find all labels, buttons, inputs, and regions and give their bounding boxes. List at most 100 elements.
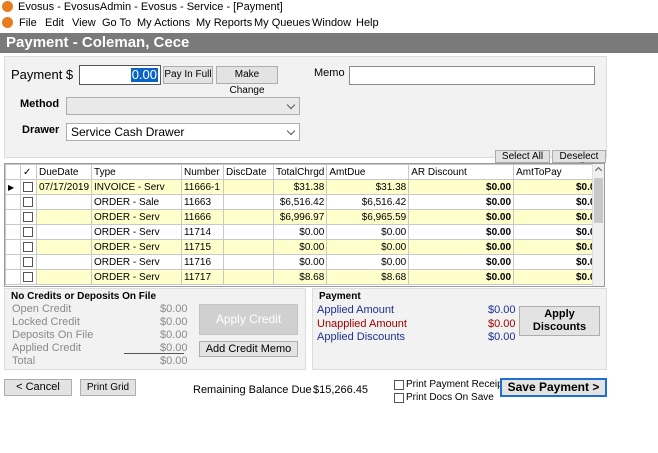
cell-amttopay[interactable]: $0.00 [513, 254, 604, 270]
row-indicator [5, 269, 21, 285]
cell-type: INVOICE - Serv [91, 179, 182, 195]
table-row[interactable]: ORDER - Sale 11663 $6,516.42 $6,516.42 $… [5, 194, 604, 210]
column-header-amtdue[interactable]: AmtDue [326, 164, 410, 180]
menu-window[interactable]: Window [312, 16, 351, 30]
table-row[interactable]: ORDER - Serv 11714 $0.00 $0.00 $0.00 $0.… [5, 224, 604, 240]
cell-number: 11666 [180, 209, 224, 225]
cell-ar-discount[interactable]: $0.00 [408, 254, 515, 270]
cell-totalchrgd: $0.00 [272, 254, 328, 270]
menu-help[interactable]: Help [356, 16, 379, 30]
row-checkbox[interactable] [22, 196, 33, 207]
column-header-discdate[interactable]: DiscDate [222, 164, 274, 180]
deselect-all-button[interactable]: Deselect All [552, 150, 606, 173]
menu-logo-icon[interactable] [2, 17, 13, 28]
scrollbar-thumb[interactable] [594, 178, 603, 223]
remaining-balance-label: Remaining Balance Due [193, 384, 312, 396]
memo-input[interactable] [349, 66, 595, 85]
add-credit-memo-button[interactable]: Add Credit Memo [199, 341, 298, 357]
drawer-select[interactable]: Service Cash Drawer [66, 123, 300, 141]
cell-amtdue: $0.00 [326, 224, 410, 240]
scroll-up-icon[interactable] [594, 166, 603, 175]
cell-discdate [222, 239, 274, 255]
print-receipt-checkbox[interactable] [394, 380, 404, 390]
cell-ar-discount[interactable]: $0.00 [408, 224, 515, 240]
cell-number: 11714 [180, 224, 224, 240]
cell-duedate: 07/17/2019 [35, 179, 93, 195]
row-checkbox[interactable] [22, 241, 33, 252]
cell-type: ORDER - Sale [91, 194, 182, 210]
payment-amount-input[interactable]: 0.00 [79, 65, 161, 85]
menu-bar: File Edit View Go To My Actions My Repor… [0, 14, 658, 32]
cell-type: ORDER - Serv [91, 254, 182, 270]
cell-amttopay[interactable]: $0.00 [513, 224, 604, 240]
menu-my-queues[interactable]: My Queues [254, 16, 310, 30]
save-payment-button[interactable]: Save Payment > [500, 378, 607, 397]
row-checkbox[interactable] [22, 181, 33, 192]
menu-my-actions[interactable]: My Actions [137, 16, 190, 30]
pay-in-full-button[interactable]: Pay In Full [163, 66, 213, 84]
cell-ar-discount[interactable]: $0.00 [408, 269, 515, 285]
menu-my-reports[interactable]: My Reports [196, 16, 252, 30]
drawer-label: Drawer [22, 124, 60, 136]
apply-credit-button[interactable]: Apply Credit [199, 304, 298, 335]
cell-amttopay[interactable]: $0.00 [513, 239, 604, 255]
cell-amtdue: $6,516.42 [326, 194, 410, 210]
cell-amttopay[interactable]: $0.00 [513, 194, 604, 210]
menu-go-to[interactable]: Go To [102, 16, 131, 30]
row-checkbox[interactable] [22, 211, 33, 222]
grid-scrollbar[interactable] [592, 164, 604, 286]
column-header-duedate[interactable]: DueDate [35, 164, 93, 180]
print-docs-checkbox[interactable] [394, 393, 404, 403]
cell-ar-discount[interactable]: $0.00 [408, 239, 515, 255]
make-change-button[interactable]: Make Change [216, 66, 278, 96]
menu-view[interactable]: View [72, 16, 96, 30]
cancel-button[interactable]: < Cancel [4, 379, 72, 396]
cell-amtdue: $6,965.59 [326, 209, 410, 225]
applied-credit-label: Applied Credit [12, 342, 82, 354]
cell-totalchrgd: $31.38 [272, 179, 328, 195]
row-checkbox[interactable] [22, 226, 33, 237]
cell-duedate [35, 224, 93, 240]
menu-edit[interactable]: Edit [45, 16, 64, 30]
menu-file[interactable]: File [19, 16, 37, 30]
cell-ar-discount[interactable]: $0.00 [408, 194, 515, 210]
open-credit-value: $0.00 [160, 303, 188, 315]
row-checkbox[interactable] [22, 271, 33, 282]
check-column-header[interactable]: ✓ [19, 164, 37, 180]
select-all-button[interactable]: Select All [495, 150, 550, 163]
cell-duedate [35, 194, 93, 210]
column-header-number[interactable]: Number [180, 164, 224, 180]
drawer-value: Service Cash Drawer [71, 125, 185, 139]
title-bar: Evosus - EvosusAdmin - Evosus - Service … [0, 0, 658, 14]
method-label: Method [20, 98, 60, 110]
cell-totalchrgd: $6,516.42 [272, 194, 328, 210]
column-header-type[interactable]: Type [91, 164, 182, 180]
row-checkbox[interactable] [22, 256, 33, 267]
row-indicator [5, 194, 21, 210]
locked-credit-value: $0.00 [160, 316, 188, 328]
page-title: Payment - Coleman, Cece [6, 34, 190, 51]
row-indicator [5, 254, 21, 270]
table-row[interactable]: ORDER - Serv 11715 $0.00 $0.00 $0.00 $0.… [5, 239, 604, 255]
method-select[interactable] [66, 97, 300, 115]
invoice-table: ✓ DueDate Type Number DiscDate TotalChrg… [5, 164, 604, 285]
column-header-ar-discount[interactable]: AR Discount [408, 164, 515, 180]
cell-number: 11716 [180, 254, 224, 270]
table-row[interactable]: ▶ 07/17/2019 INVOICE - Serv 11666-1 $31.… [5, 179, 604, 195]
table-row[interactable]: ORDER - Serv 11666 $6,996.97 $6,965.59 $… [5, 209, 604, 225]
cell-ar-discount[interactable]: $0.00 [408, 209, 515, 225]
table-row[interactable]: ORDER - Serv 11716 $0.00 $0.00 $0.00 $0.… [5, 254, 604, 270]
app-logo-icon [2, 1, 13, 12]
print-grid-button[interactable]: Print Grid [80, 379, 136, 396]
table-row[interactable]: ORDER - Serv 11717 $8.68 $8.68 $0.00 $0.… [5, 269, 604, 285]
cell-totalchrgd: $0.00 [272, 239, 328, 255]
cell-amttopay[interactable]: $0.00 [513, 179, 604, 195]
print-receipt-label: Print Payment Receipt [406, 379, 506, 390]
cell-discdate [222, 254, 274, 270]
cell-ar-discount[interactable]: $0.00 [408, 179, 515, 195]
apply-discounts-button[interactable]: Apply Discounts [519, 306, 600, 336]
cell-amttopay[interactable]: $0.00 [513, 209, 604, 225]
column-header-totalchrgd[interactable]: TotalChrgd [272, 164, 328, 180]
column-header-amttopay[interactable]: AmtToPay [513, 164, 604, 180]
cell-amttopay[interactable]: $0.00 [513, 269, 604, 285]
